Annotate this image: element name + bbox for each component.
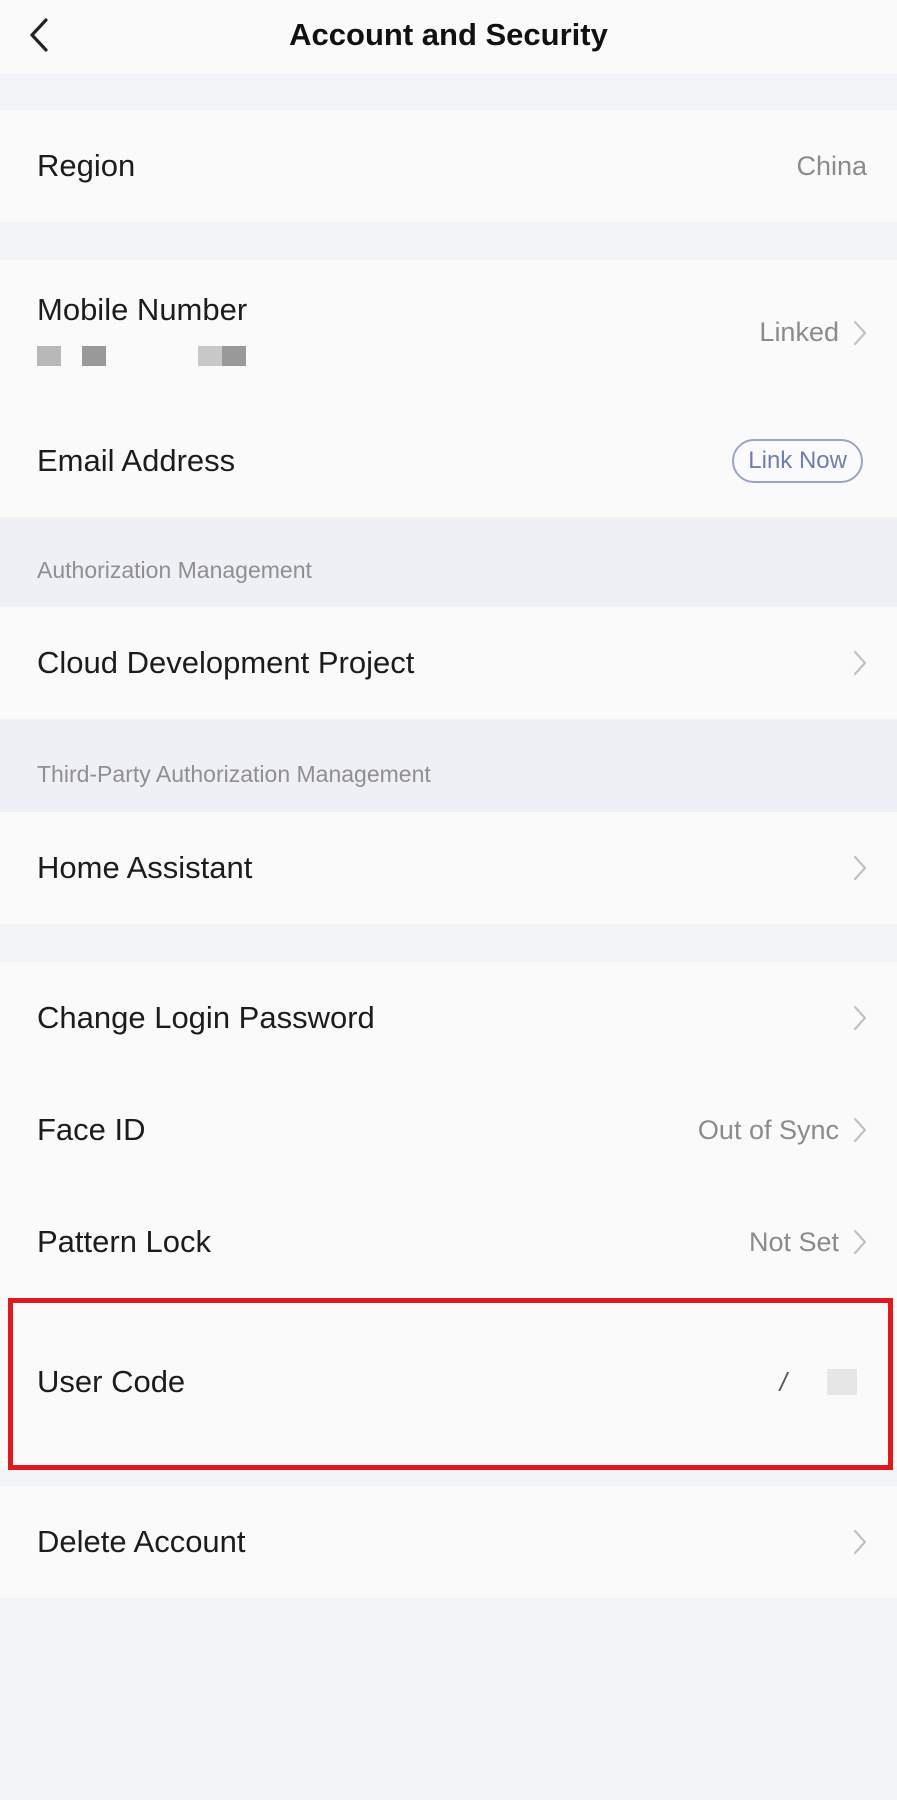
chevron-right-icon (853, 320, 867, 345)
authorization-section-header: Authorization Management (0, 517, 897, 607)
user-code-value: / (779, 1366, 787, 1397)
row-label: Home Assistant (37, 850, 253, 885)
row-label: User Code (37, 1364, 186, 1399)
redacted-user-code-block (827, 1369, 857, 1395)
chevron-right-icon (853, 855, 867, 881)
face-id-row[interactable]: Face ID Out of Sync (0, 1074, 897, 1186)
third-party-section-header: Third-Party Authorization Management (0, 719, 897, 812)
user-code-row[interactable]: User Code / (0, 1298, 897, 1466)
email-address-row: Email Address Link Now (0, 405, 897, 517)
chevron-right-icon (853, 1005, 867, 1031)
home-assistant-row[interactable]: Home Assistant (0, 812, 897, 924)
section-title: Authorization Management (37, 557, 312, 583)
cloud-development-project-row[interactable]: Cloud Development Project (0, 607, 897, 719)
redacted-number-block (37, 346, 61, 366)
chevron-right-icon (853, 1117, 867, 1143)
email-address-label: Email Address (37, 443, 236, 478)
mobile-status: Linked (759, 317, 839, 347)
navigation-bar: Account and Security (0, 0, 897, 74)
pattern-lock-row[interactable]: Pattern Lock Not Set (0, 1186, 897, 1298)
row-label: Delete Account (37, 1524, 246, 1559)
redacted-number-block (82, 346, 106, 366)
delete-account-row[interactable]: Delete Account (0, 1486, 897, 1598)
redacted-number-block (222, 346, 246, 366)
link-now-button[interactable]: Link Now (732, 439, 863, 483)
mobile-number-label: Mobile Number (37, 292, 248, 327)
page-title: Account and Security (289, 17, 608, 52)
row-label: Face ID (37, 1112, 146, 1147)
region-value: China (796, 150, 867, 181)
chevron-right-icon (853, 1229, 867, 1255)
row-label: Pattern Lock (37, 1224, 212, 1259)
mobile-number-row[interactable]: Mobile Number Linked (0, 260, 897, 405)
chevron-right-icon (853, 1529, 867, 1555)
row-label: Cloud Development Project (37, 645, 415, 680)
region-row[interactable]: Region China (0, 110, 897, 222)
section-title: Third-Party Authorization Management (37, 761, 431, 787)
region-label: Region (37, 148, 136, 183)
chevron-right-icon (853, 650, 867, 676)
pattern-lock-status: Not Set (748, 1226, 839, 1257)
row-label: Change Login Password (37, 1000, 375, 1035)
face-id-status: Out of Sync (697, 1114, 839, 1145)
redacted-number-block (198, 346, 222, 366)
change-login-password-row[interactable]: Change Login Password (0, 962, 897, 1074)
